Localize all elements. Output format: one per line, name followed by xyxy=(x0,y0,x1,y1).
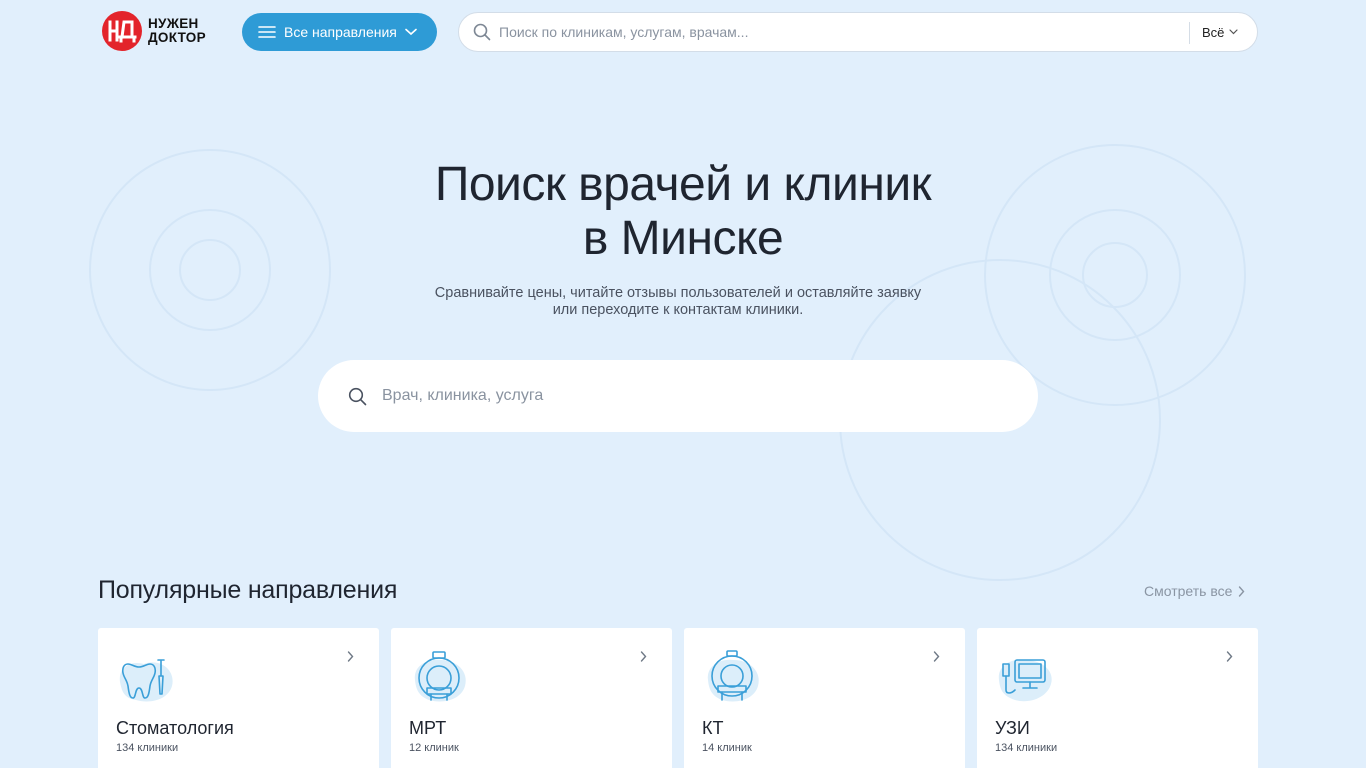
chevron-down-icon xyxy=(405,28,417,36)
logo-line1: НУЖЕН xyxy=(148,16,199,31)
page-subtitle: Сравнивайте цены, читайте отзывы пользов… xyxy=(0,285,1356,319)
direction-card-count: 14 клиник xyxy=(702,742,752,754)
search-divider xyxy=(1189,22,1190,44)
all-directions-button[interactable]: Все направления xyxy=(242,13,437,51)
site-header: НУЖЕН ДОКТОР Все направления Всё xyxy=(0,0,1366,64)
page-subtitle-line2: или переходите к контактам клиники. xyxy=(552,302,804,318)
ct-scanner-icon xyxy=(707,650,759,702)
chevron-down-icon xyxy=(1229,29,1239,35)
direction-card-name: МРТ xyxy=(409,718,447,738)
direction-card-dentistry[interactable]: Стоматология 134 клиники xyxy=(98,628,379,768)
direction-card-name: УЗИ xyxy=(995,718,1030,738)
see-all-link[interactable]: Смотреть все xyxy=(1144,583,1245,599)
chevron-right-icon xyxy=(347,651,354,662)
popular-directions-list: Стоматология 134 клиники МРТ 12 клиник К… xyxy=(98,628,1258,768)
tooth-icon xyxy=(119,659,173,702)
page-title: Поиск врачей и клиник в Минске xyxy=(0,158,1366,266)
direction-card-name: Стоматология xyxy=(116,718,234,738)
search-scope-select[interactable]: Всё xyxy=(1202,13,1239,51)
direction-card-ct[interactable]: КТ 14 клиник xyxy=(684,628,965,768)
all-directions-label: Все направления xyxy=(284,24,397,40)
chevron-right-icon xyxy=(1226,651,1233,662)
direction-card-name: КТ xyxy=(702,718,724,738)
main-search-bar xyxy=(318,360,1038,432)
logo-wordmark: НУЖЕН ДОКТОР xyxy=(148,17,206,45)
direction-card-count: 134 клиники xyxy=(116,742,179,754)
logo-badge xyxy=(102,11,142,51)
logo-line2: ДОКТОР xyxy=(148,30,206,45)
chevron-right-icon xyxy=(933,651,940,662)
menu-icon xyxy=(258,26,276,38)
search-scope-value: Всё xyxy=(1202,24,1225,40)
ultrasound-icon xyxy=(998,659,1052,702)
popular-section-title: Популярные направления xyxy=(98,576,398,604)
direction-card-count: 12 клиник xyxy=(409,742,459,754)
mri-scanner-icon xyxy=(414,651,466,702)
chevron-right-icon xyxy=(640,651,647,662)
page-title-line2: в Минске xyxy=(582,212,784,265)
header-search-bar: Всё xyxy=(458,12,1258,52)
search-icon xyxy=(348,387,367,405)
page-subtitle-line1: Сравнивайте цены, читайте отзывы пользов… xyxy=(434,285,922,301)
page-title-line1: Поиск врачей и клиник xyxy=(434,158,932,211)
direction-card-ultrasound[interactable]: УЗИ 134 клиники xyxy=(977,628,1258,768)
chevron-right-icon xyxy=(1239,585,1245,597)
direction-card-count: 134 клиники xyxy=(995,742,1058,754)
header-search-input[interactable] xyxy=(499,24,1179,40)
search-icon xyxy=(473,23,491,41)
main-search-input[interactable] xyxy=(382,387,1002,405)
direction-card-mri[interactable]: МРТ 12 клиник xyxy=(391,628,672,768)
site-logo[interactable]: НУЖЕН ДОКТОР xyxy=(102,11,206,51)
see-all-label: Смотреть все xyxy=(1144,583,1233,599)
